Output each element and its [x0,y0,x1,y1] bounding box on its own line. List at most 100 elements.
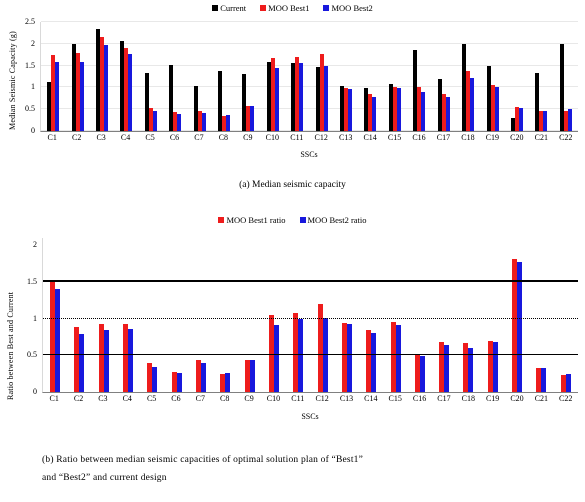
bar-c19-best2 [494,86,499,131]
bar-c4-best2 [128,328,134,392]
bar-group-c13 [335,238,359,392]
x-axis-label-chart-a: SSCs [300,150,318,159]
bar-group-c22 [554,22,578,131]
x-axis-tick-c4: C4 [120,133,131,142]
bar-c2-best2 [79,334,85,392]
bar-c14-best2 [372,96,377,131]
bar-group-c3 [90,22,114,131]
x-axis-tick-c15: C15 [388,394,402,403]
reference-line-0.5 [43,353,578,356]
x-axis-tick-c18: C18 [461,133,475,142]
y-axis-tick-label: 0.5 [25,104,35,114]
bar-c4-best2 [128,54,133,131]
y-axis-tick-label: 0 [31,126,35,135]
plot-area-chart-a [40,21,578,132]
x-axis-tick-c7: C7 [195,394,205,403]
x-axis-tick-c20: C20 [510,133,524,142]
legend-chart-b: MOO Best1 ratio MOO Best2 ratio [0,216,585,225]
bar-group-c17 [432,22,456,131]
legend-item-current: Current [212,4,246,13]
x-axis-tick-c14: C14 [364,394,378,403]
x-axis-tick-c11: C11 [290,133,304,142]
legend-swatch-best2 [323,5,330,12]
bar-group-c4 [114,22,138,131]
bar-c20-best2 [518,107,523,131]
bar-c22-best2 [567,109,572,131]
x-axis-tick-c3: C3 [98,394,108,403]
bar-c11-best2 [299,62,304,131]
y-axis-tick-label: 1 [31,82,35,92]
bar-group-c19 [481,238,505,392]
x-axis-tick-c10: C10 [265,133,279,142]
bar-group-c15 [383,22,407,131]
bar-group-c2 [67,238,91,392]
bar-c16-best2 [419,356,425,392]
x-axis-tick-c18: C18 [461,394,475,403]
caption-chart-b-line2: and “Best2” and current design [42,473,167,484]
x-axis-tick-c12: C12 [314,133,328,142]
x-axis-tick-c10: C10 [266,394,281,403]
x-axis-tick-c9: C9 [243,133,253,142]
legend-item-best1: MOO Best1 [260,4,309,13]
x-axis-tick-c13: C13 [339,394,354,403]
y-axis-tick-label: 1.5 [25,60,35,70]
bar-group-c11 [285,22,309,131]
caption-chart-a: (a) Median seismic capacity [239,180,346,190]
caption-chart-b-line1: (b) Ratio between median seismic capacit… [42,455,364,465]
y-axis-tick-label: 0.5 [27,350,37,360]
x-axis-tick-c22: C22 [559,133,573,142]
bar-c13-best2 [346,323,352,392]
bar-c16-best2 [421,92,426,131]
x-axis-tick-c6: C6 [169,133,180,142]
bar-group-c7 [189,238,213,392]
x-axis-tick-c9: C9 [244,394,254,403]
bar-group-c8 [213,238,237,392]
bar-group-c9 [236,22,260,131]
x-axis-tick-c17: C17 [436,133,451,142]
x-axis-tick-c17: C17 [437,394,451,403]
legend-item-best2-ratio: MOO Best2 ratio [299,216,367,225]
bar-group-c1 [43,238,67,392]
bar-c1-best2 [55,61,60,131]
bar-group-c6 [163,22,187,131]
bar-c6-best2 [177,113,182,131]
bar-group-c3 [92,238,116,392]
bar-c21-best2 [541,367,547,392]
x-axis-tick-c15: C15 [387,133,402,142]
x-axis-ticks-chart-a: C1 C2 C3 C4 C5 C6 C7 C8 C9 C10 C11 C12 C13 C14 C15 C16 C… [40,134,578,142]
bar-c1-best2 [55,288,61,392]
bar-group-c12 [309,22,333,131]
chart-median-seismic-capacity: Current MOO Best1 MOO Best2 Median Seism… [0,0,585,172]
bar-group-c5 [140,238,164,392]
plot-area-chart-b [42,238,578,393]
bar-c21-best2 [543,111,548,131]
x-axis-tick-c2: C2 [72,133,82,142]
bar-c12-best2 [323,66,328,131]
y-axis-tick-label: 2 [31,38,35,48]
x-axis-tick-c1: C1 [49,394,59,403]
bar-series-chart-a [41,22,578,131]
bar-c22-best2 [565,374,571,392]
y-axis-ticks-chart-b: 0 0.5 1 1.5 2 [14,238,40,396]
bar-c3-best2 [104,45,109,131]
legend-chart-a: Current MOO Best1 MOO Best2 [0,4,585,13]
x-axis-tick-c13: C13 [338,133,353,142]
bar-group-c11 [286,238,310,392]
x-axis-tick-c8: C8 [218,133,229,142]
reference-line-1 [43,317,578,319]
x-axis-tick-c20: C20 [510,394,524,403]
y-axis-tick-label: 0 [33,387,37,396]
bar-c8-best2 [226,115,231,131]
bar-group-c17 [432,238,456,392]
bar-group-c16 [408,238,432,392]
bar-c13-best2 [348,88,353,131]
x-axis-tick-c5: C5 [145,133,155,142]
legend-label-best2: MOO Best2 [331,3,373,13]
x-axis-tick-c11: C11 [291,394,305,403]
x-axis-tick-c1: C1 [47,133,57,142]
bar-c18-best2 [470,77,475,131]
y-axis-tick-label: 2.5 [25,17,35,26]
bar-c17-best2 [445,97,450,131]
legend-label-best1-ratio: MOO Best1 ratio [226,215,286,225]
x-axis-tick-c7: C7 [194,133,204,142]
